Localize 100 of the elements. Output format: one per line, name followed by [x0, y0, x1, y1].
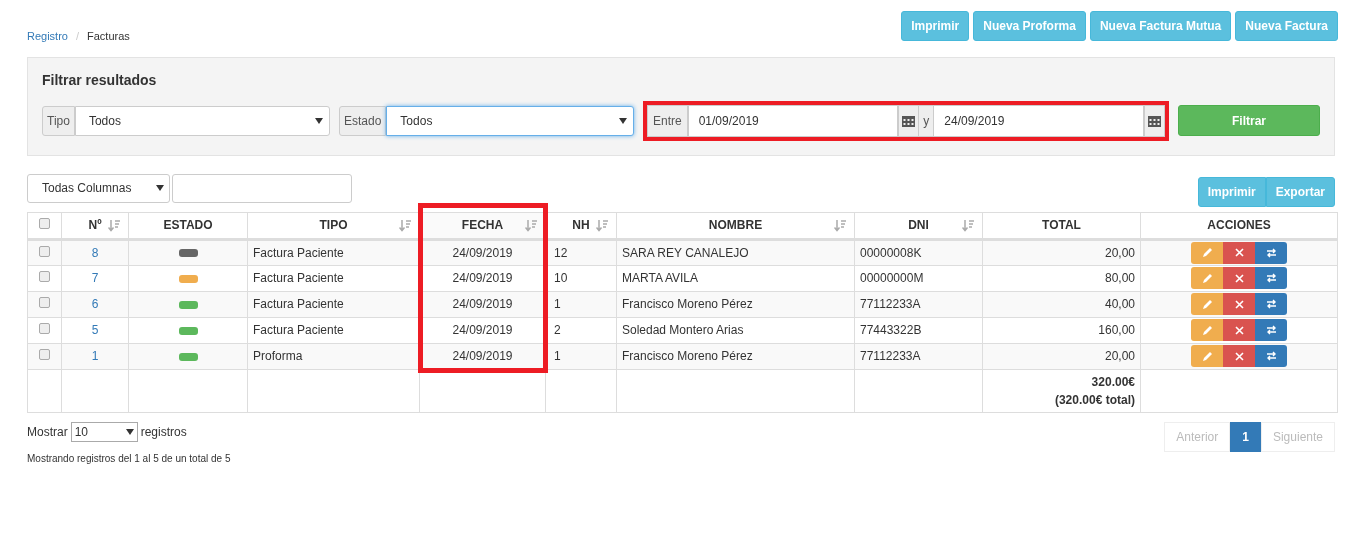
- table-cell: 6: [61, 291, 129, 317]
- pencil-icon: [1201, 272, 1213, 284]
- edit-button[interactable]: [1191, 293, 1223, 315]
- row-checkbox[interactable]: [39, 271, 50, 282]
- select-label: Tipo: [42, 105, 75, 136]
- column-header[interactable]: ESTADO: [128, 212, 248, 239]
- date-from-field[interactable]: 01/09/2019: [687, 104, 899, 137]
- table-cell: 10: [545, 265, 617, 291]
- column-header[interactable]: Nº: [61, 212, 129, 239]
- length-label: registros: [140, 423, 187, 441]
- transfer-button[interactable]: [1255, 319, 1287, 341]
- transfer-button[interactable]: [1255, 345, 1287, 367]
- date-to-field[interactable]: 24/09/2019: [933, 104, 1144, 137]
- edit-button[interactable]: [1191, 319, 1223, 341]
- row-checkbox[interactable]: [39, 323, 50, 334]
- table-cell: 2: [545, 317, 617, 343]
- select-field[interactable]: Todos: [386, 105, 634, 136]
- table-cell: 20,00: [982, 343, 1141, 369]
- sort-icon[interactable]: [108, 219, 120, 232]
- table-cell: 1: [61, 343, 129, 369]
- table-cell: 12: [545, 239, 617, 265]
- range-label: Entre: [647, 104, 688, 137]
- length-label: Mostrar: [27, 423, 68, 441]
- swap-arrows-icon: [1265, 247, 1277, 258]
- dropdown-caret-icon: [125, 428, 134, 435]
- delete-button[interactable]: [1223, 267, 1255, 289]
- column-header[interactable]: TIPO: [247, 212, 420, 239]
- pencil-icon: [1201, 350, 1213, 362]
- edit-button[interactable]: [1191, 241, 1223, 264]
- pencil-icon: [1201, 324, 1213, 336]
- row-checkbox[interactable]: [39, 218, 50, 229]
- dropdown-caret-icon: [156, 185, 164, 191]
- pencil-icon: [1201, 298, 1213, 310]
- footer-total: 320.00€: [1090, 373, 1135, 391]
- column-header[interactable]: DNI: [854, 212, 983, 239]
- table-cell: 160,00: [982, 317, 1141, 343]
- table-cell: 5: [61, 317, 129, 343]
- sort-icon[interactable]: [525, 219, 537, 232]
- table-cell: SARA REY CANALEJO: [616, 239, 855, 265]
- sort-icon[interactable]: [834, 219, 846, 232]
- dropdown-caret-icon: [315, 117, 323, 124]
- swap-arrows-icon: [1265, 273, 1277, 283]
- close-icon: [1234, 273, 1244, 283]
- row-checkbox[interactable]: [39, 245, 50, 257]
- table-cell: Soledad Montero Arias: [616, 317, 855, 343]
- close-icon: [1234, 351, 1244, 361]
- swap-arrows-icon: [1265, 351, 1277, 361]
- length-select[interactable]: 10: [70, 421, 138, 442]
- column-header[interactable]: ACCIONES: [1140, 212, 1338, 239]
- row-checkbox[interactable]: [39, 297, 50, 308]
- edit-button[interactable]: [1191, 267, 1223, 289]
- table-cell: 77112233A: [854, 291, 983, 317]
- column-header[interactable]: NH: [545, 212, 617, 239]
- table-cell: 80,00: [982, 265, 1141, 291]
- table-info: Mostrando registros del 1 al 5 de un total de 5: [27, 451, 231, 466]
- column-select[interactable]: Todas Columnas: [27, 173, 170, 203]
- dropdown-caret-icon: [619, 117, 627, 124]
- swap-arrows-icon: [1265, 299, 1277, 309]
- delete-button[interactable]: [1223, 293, 1255, 315]
- select-value: Todos: [88, 112, 121, 130]
- delete-button[interactable]: [1223, 241, 1255, 264]
- select-label: Estado: [339, 105, 387, 136]
- filter-title: Filtrar resultados: [42, 70, 158, 90]
- breadcrumb-link[interactable]: Registro: [27, 28, 68, 45]
- edit-button[interactable]: [1191, 345, 1223, 367]
- transfer-button[interactable]: [1255, 293, 1287, 315]
- transfer-button[interactable]: [1255, 267, 1287, 289]
- table-cell: Francisco Moreno Pérez: [616, 291, 855, 317]
- table-cell: 00000000M: [854, 265, 983, 291]
- calendar-icon: [902, 114, 916, 127]
- sort-icon[interactable]: [399, 219, 411, 232]
- sort-icon[interactable]: [596, 219, 608, 232]
- table-cell: 77443322B: [854, 317, 983, 343]
- search-field[interactable]: [172, 173, 352, 203]
- transfer-button[interactable]: [1255, 241, 1287, 264]
- close-icon: [1234, 325, 1244, 335]
- table-cell: 00000008K: [854, 239, 983, 265]
- table-cell: MARTA AVILA: [616, 265, 855, 291]
- table-cell: Francisco Moreno Pérez: [616, 343, 855, 369]
- pencil-icon: [1201, 247, 1213, 258]
- column-header[interactable]: TOTAL: [982, 212, 1141, 239]
- breadcrumb-current: Facturas: [87, 29, 130, 44]
- delete-button[interactable]: [1223, 319, 1255, 341]
- table-cell: 8: [61, 239, 129, 265]
- length-value: 10: [74, 423, 89, 441]
- pagination-button[interactable]: 1: [1230, 421, 1261, 452]
- table-cell: 40,00: [982, 291, 1141, 317]
- table-cell: 1: [545, 343, 617, 369]
- table-cell: 7: [61, 265, 129, 291]
- sort-icon[interactable]: [962, 219, 974, 232]
- row-checkbox[interactable]: [39, 349, 50, 360]
- range-separator: y: [919, 104, 934, 137]
- breadcrumb-separator: /: [75, 29, 80, 44]
- close-icon: [1234, 299, 1244, 309]
- table-cell: 1: [545, 291, 617, 317]
- column-select-value: Todas Columnas: [42, 180, 132, 197]
- select-field[interactable]: Todos: [74, 105, 330, 136]
- column-header[interactable]: NOMBRE: [616, 212, 855, 239]
- footer-total: (320.00€ total): [1053, 391, 1135, 409]
- delete-button[interactable]: [1223, 345, 1255, 367]
